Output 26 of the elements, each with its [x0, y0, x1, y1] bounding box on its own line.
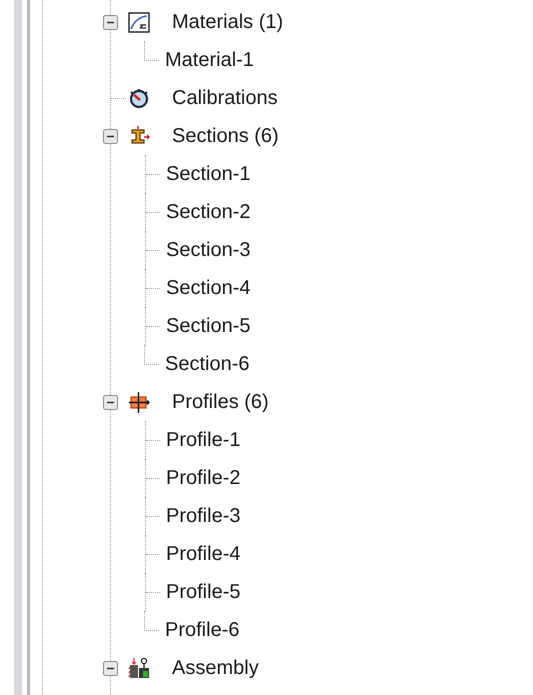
- tree-item[interactable]: Section-6: [163, 352, 252, 376]
- tree-item[interactable]: Section-2: [164, 200, 252, 224]
- tree-item[interactable]: Material-1: [163, 48, 256, 72]
- tree-item[interactable]: Profile-6: [163, 618, 242, 642]
- tree-item[interactable]: Sections (6): [170, 124, 281, 148]
- tree-item[interactable]: Profile-4: [164, 542, 242, 566]
- gauge-icon: [128, 87, 150, 109]
- tree-item[interactable]: Profile-5: [164, 580, 242, 604]
- tree-item[interactable]: Calibrations: [170, 86, 280, 110]
- collapse-toggle[interactable]: [103, 128, 118, 144]
- tree-item[interactable]: Assembly: [170, 656, 261, 680]
- blocks-icon: [128, 657, 150, 679]
- tree-item[interactable]: Section-4: [164, 276, 252, 300]
- collapse-toggle[interactable]: [103, 660, 118, 676]
- tree-item[interactable]: Profiles (6): [170, 390, 271, 414]
- tree-item[interactable]: Section-1: [164, 162, 252, 186]
- tree-item[interactable]: Section-3: [164, 238, 252, 262]
- tree-item[interactable]: Profile-2: [164, 466, 242, 490]
- tree-item[interactable]: Materials (1): [170, 10, 286, 34]
- tree-item[interactable]: Section-5: [164, 314, 252, 338]
- tree-item[interactable]: Profile-1: [164, 428, 242, 452]
- curve-chart-icon: [128, 11, 150, 33]
- collapse-toggle[interactable]: [103, 14, 118, 30]
- collapse-toggle[interactable]: [103, 394, 118, 410]
- tree-item[interactable]: Profile-3: [164, 504, 242, 528]
- crosshair-icon: [128, 391, 150, 413]
